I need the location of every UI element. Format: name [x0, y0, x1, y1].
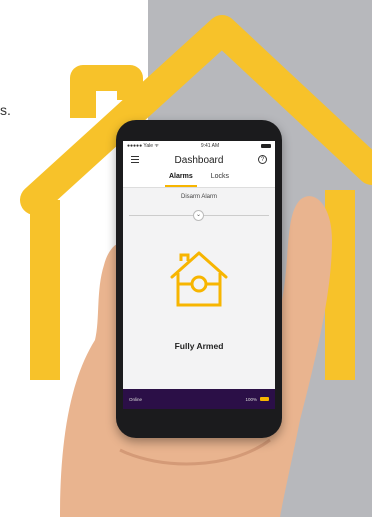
footer-bar: Online 100% [123, 389, 275, 409]
tab-locks[interactable]: Locks [211, 169, 229, 187]
chevron-down-icon[interactable]: ⌄ [193, 210, 204, 221]
help-icon[interactable]: ? [258, 155, 267, 164]
battery-icon [260, 397, 269, 401]
tab-bar: Alarms Locks [123, 169, 275, 188]
navbar: Dashboard ? [123, 151, 275, 169]
carrier-label: ●●●●● Yale ᯤ [127, 143, 159, 149]
disarm-alarm-label[interactable]: Disarm Alarm [123, 194, 275, 200]
phone-screen: ●●●●● Yale ᯤ 9:41 AM Dashboard ? Alarms … [123, 141, 275, 409]
tab-alarms[interactable]: Alarms [165, 169, 197, 187]
battery-status: 100% [245, 397, 269, 402]
alarm-status-text: Fully Armed [174, 341, 224, 351]
phone-device: ●●●●● Yale ᯤ 9:41 AM Dashboard ? Alarms … [116, 120, 282, 438]
status-bar: ●●●●● Yale ᯤ 9:41 AM [123, 141, 275, 151]
menu-icon[interactable] [131, 156, 139, 163]
page-title: Dashboard [174, 154, 224, 166]
alarm-house-icon [170, 251, 228, 307]
connection-status: Online [129, 396, 143, 402]
battery-icon [260, 144, 271, 148]
clock: 9:41 AM [200, 143, 220, 149]
battery-percent: 100% [245, 396, 257, 402]
